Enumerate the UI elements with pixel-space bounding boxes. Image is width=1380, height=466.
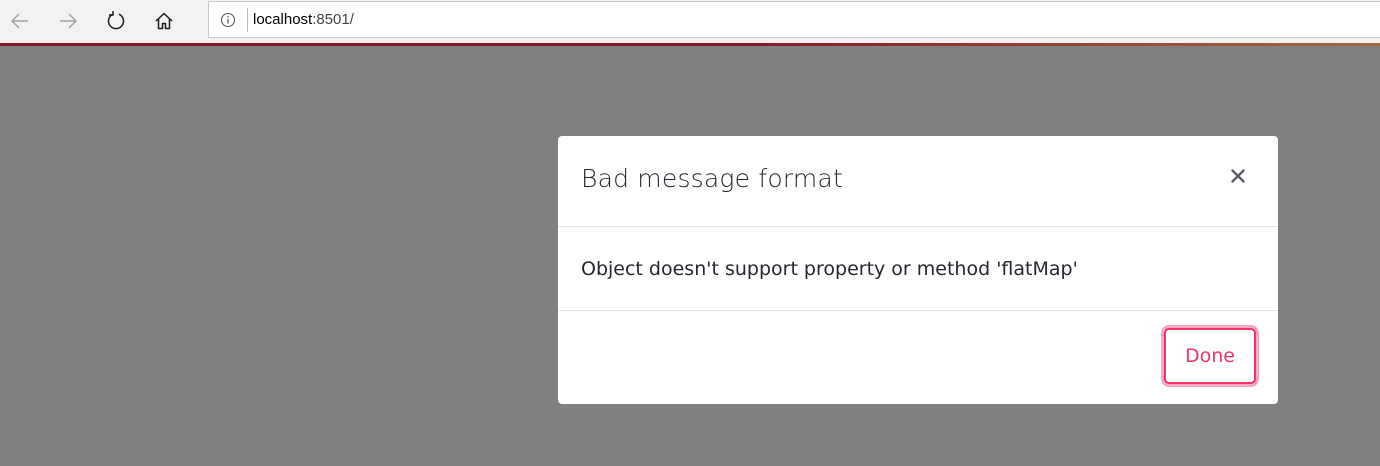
refresh-icon: [107, 11, 125, 30]
dialog-title: Bad message format: [581, 164, 843, 193]
dialog-body: Object doesn't support property or metho…: [558, 227, 1278, 311]
home-button[interactable]: [147, 4, 181, 38]
browser-toolbar: localhost:8501/: [0, 0, 1380, 44]
home-icon: [155, 12, 173, 30]
error-dialog: Bad message format Object doesn't suppor…: [558, 136, 1278, 404]
address-bar[interactable]: localhost:8501/: [208, 1, 1380, 38]
back-arrow-icon: [11, 13, 28, 29]
dialog-footer: Done: [558, 311, 1278, 404]
error-message: Object doesn't support property or metho…: [581, 258, 1078, 280]
refresh-button[interactable]: [99, 4, 133, 38]
url-path: :8501/: [312, 11, 354, 28]
close-icon: [1231, 169, 1245, 183]
url-host: localhost: [253, 11, 313, 28]
info-icon[interactable]: [220, 12, 236, 28]
url-text[interactable]: localhost:8501/: [253, 11, 354, 28]
address-divider: [247, 8, 248, 32]
forward-arrow-icon: [60, 13, 77, 29]
forward-button[interactable]: [51, 4, 85, 38]
close-button[interactable]: [1226, 164, 1250, 188]
dialog-header: Bad message format: [558, 136, 1278, 227]
back-button[interactable]: [3, 4, 37, 38]
done-button[interactable]: Done: [1164, 328, 1256, 384]
